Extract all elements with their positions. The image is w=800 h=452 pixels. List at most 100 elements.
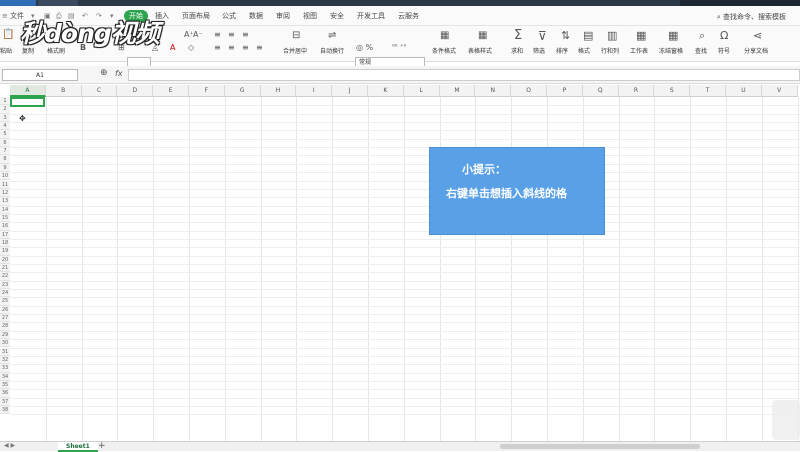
- column-header-r[interactable]: R: [618, 85, 655, 97]
- worksheet-button[interactable]: 工作表: [630, 46, 648, 55]
- row-header-9[interactable]: 9: [0, 163, 10, 173]
- row-header-31[interactable]: 31: [0, 347, 10, 356]
- row-header-33[interactable]: 33: [0, 364, 10, 373]
- formula-input[interactable]: [128, 69, 800, 81]
- conditional-format-icon[interactable]: ▦: [440, 30, 449, 41]
- currency-icon[interactable]: ◎ %: [356, 43, 373, 52]
- tab-formulas[interactable]: 公式: [222, 11, 236, 21]
- tab-page-layout[interactable]: 页面布局: [182, 11, 210, 21]
- share-button[interactable]: 分享文档: [744, 46, 768, 55]
- row-header-15[interactable]: 15: [0, 213, 10, 223]
- find-button[interactable]: 查找: [695, 46, 707, 55]
- add-sheet-button[interactable]: +: [98, 441, 106, 451]
- row-header-27[interactable]: 27: [0, 314, 10, 323]
- column-header-q[interactable]: Q: [582, 85, 619, 97]
- format-icon[interactable]: ▤: [583, 29, 593, 42]
- horizontal-scrollbar[interactable]: [500, 444, 700, 449]
- row-header-8[interactable]: 8: [0, 155, 10, 164]
- column-header-h[interactable]: H: [260, 85, 297, 97]
- row-header-1[interactable]: 1: [0, 97, 10, 106]
- column-header-d[interactable]: D: [117, 85, 154, 97]
- filter-button[interactable]: 筛选: [533, 46, 545, 55]
- column-header-s[interactable]: S: [654, 85, 691, 97]
- row-header-29[interactable]: 29: [0, 330, 10, 340]
- freeze-icon[interactable]: ▦: [668, 29, 678, 42]
- row-header-28[interactable]: 28: [0, 322, 10, 331]
- row-header-34[interactable]: 34: [0, 372, 10, 381]
- spreadsheet-grid[interactable]: A B C D E F G H I J K L M N O P Q R S T U V 1 2 3 4 5 6 7 8 9 10 11 12 13 1…: [0, 85, 800, 441]
- table-style-icon[interactable]: ▦: [478, 30, 487, 41]
- row-header-20[interactable]: 20: [0, 255, 10, 264]
- row-header-36[interactable]: 36: [0, 389, 10, 398]
- shrink-font-icon[interactable]: A⁻: [193, 30, 203, 39]
- wrap-icon[interactable]: ⇌: [328, 30, 336, 41]
- row-header-12[interactable]: 12: [0, 188, 10, 198]
- share-icon[interactable]: ⋖: [753, 29, 762, 42]
- row-col-button[interactable]: 行和列: [601, 46, 619, 55]
- merge-center-button[interactable]: 合并居中: [283, 46, 307, 55]
- name-box[interactable]: A1: [2, 69, 78, 81]
- row-header-26[interactable]: 26: [0, 305, 10, 315]
- row-header-13[interactable]: 13: [0, 197, 10, 206]
- column-header-i[interactable]: I: [296, 85, 333, 97]
- find-icon[interactable]: ⌕: [699, 29, 705, 43]
- row-header-22[interactable]: 22: [0, 272, 10, 281]
- column-header-n[interactable]: N: [475, 85, 512, 97]
- row-col-icon[interactable]: ▥: [607, 29, 617, 42]
- column-header-t[interactable]: T: [690, 85, 726, 97]
- row-header-11[interactable]: 11: [0, 180, 10, 189]
- column-header-l[interactable]: L: [403, 85, 440, 97]
- row-header-19[interactable]: 19: [0, 247, 10, 256]
- align-middle-icon[interactable]: ≡: [228, 30, 235, 39]
- wrap-text-button[interactable]: 自动换行: [320, 46, 344, 55]
- row-header-4[interactable]: 4: [0, 122, 10, 131]
- align-top-icon[interactable]: ≡: [214, 30, 221, 39]
- paste-icon[interactable]: 📋: [2, 29, 14, 40]
- symbol-button[interactable]: 符号: [718, 46, 730, 55]
- row-header-5[interactable]: 5: [0, 130, 10, 139]
- column-header-u[interactable]: U: [726, 85, 762, 97]
- tab-view[interactable]: 视图: [303, 11, 317, 21]
- row-header-30[interactable]: 30: [0, 339, 10, 348]
- merge-icon[interactable]: ⊟: [292, 30, 300, 41]
- column-header-m[interactable]: M: [439, 85, 476, 97]
- row-header-2[interactable]: 2: [0, 105, 10, 114]
- row-header-3[interactable]: 3: [0, 113, 10, 123]
- column-header-g[interactable]: G: [224, 85, 261, 97]
- sheet-nav-arrows[interactable]: ◀ ▶: [4, 442, 15, 449]
- tab-review[interactable]: 审阅: [276, 11, 290, 21]
- conditional-format-button[interactable]: 条件格式: [432, 46, 456, 55]
- sort-icon[interactable]: ⇅: [561, 29, 570, 42]
- search-command[interactable]: ⌕ 查找命令、搜索模板: [717, 12, 786, 22]
- symbol-icon[interactable]: Ω: [720, 29, 728, 42]
- filter-icon[interactable]: ⊽: [538, 29, 547, 43]
- menu-icon[interactable]: ≡: [2, 12, 8, 20]
- column-header-b[interactable]: B: [45, 85, 82, 97]
- align-bottom-icon[interactable]: ≡: [242, 30, 249, 39]
- sum-icon[interactable]: Σ: [514, 28, 522, 43]
- tab-cloud[interactable]: 云服务: [398, 11, 419, 21]
- row-header-23[interactable]: 23: [0, 280, 10, 290]
- row-header-16[interactable]: 16: [0, 222, 10, 231]
- align-right-icon[interactable]: ≡: [242, 43, 249, 52]
- row-header-10[interactable]: 10: [0, 172, 10, 181]
- row-header-14[interactable]: 14: [0, 205, 10, 214]
- row-header-21[interactable]: 21: [0, 264, 10, 273]
- column-header-k[interactable]: K: [368, 85, 404, 97]
- tab-security[interactable]: 安全: [330, 11, 344, 21]
- row-header-7[interactable]: 7: [0, 147, 10, 156]
- tab-developer[interactable]: 开发工具: [357, 11, 385, 21]
- column-header-p[interactable]: P: [547, 85, 583, 97]
- column-header-c[interactable]: C: [81, 85, 118, 97]
- row-header-35[interactable]: 35: [0, 380, 10, 390]
- worksheet-icon[interactable]: ▦: [636, 29, 646, 42]
- row-header-18[interactable]: 18: [0, 238, 10, 248]
- column-header-v[interactable]: V: [761, 85, 798, 97]
- column-header-o[interactable]: O: [511, 85, 547, 97]
- paste-button[interactable]: 粘贴: [0, 46, 12, 55]
- row-header-25[interactable]: 25: [0, 297, 10, 306]
- row-header-24[interactable]: 24: [0, 289, 10, 298]
- format-button[interactable]: 格式: [578, 46, 590, 55]
- align-left-icon[interactable]: ≡: [214, 43, 221, 52]
- freeze-panes-button[interactable]: 冻结窗格: [659, 46, 683, 55]
